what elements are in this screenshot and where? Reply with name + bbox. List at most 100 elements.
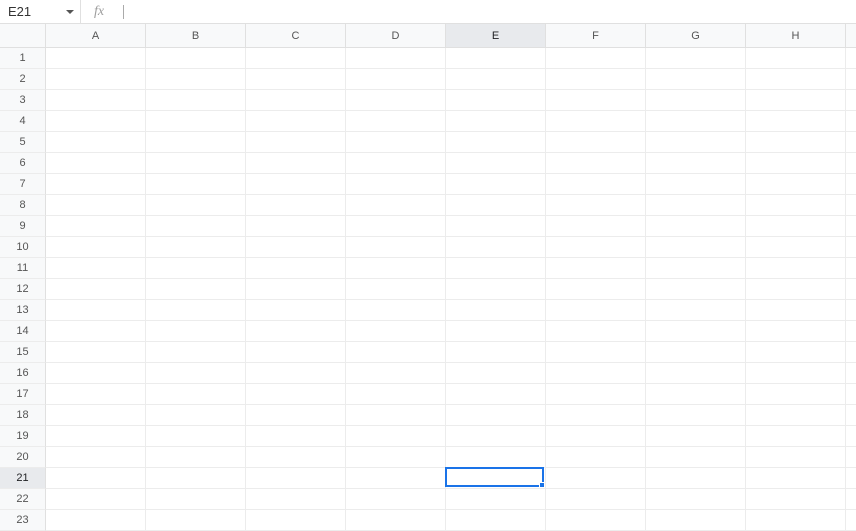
cell-E14[interactable] — [446, 321, 546, 342]
cell-D16[interactable] — [346, 363, 446, 384]
cell-overflow[interactable] — [846, 237, 856, 258]
column-header-F[interactable]: F — [546, 24, 646, 47]
cell-overflow[interactable] — [846, 426, 856, 447]
cell-overflow[interactable] — [846, 384, 856, 405]
cell-D3[interactable] — [346, 90, 446, 111]
cell-C18[interactable] — [246, 405, 346, 426]
cell-H22[interactable] — [746, 489, 846, 510]
cell-G9[interactable] — [646, 216, 746, 237]
cell-B11[interactable] — [146, 258, 246, 279]
cell-A7[interactable] — [46, 174, 146, 195]
cell-A11[interactable] — [46, 258, 146, 279]
cell-B15[interactable] — [146, 342, 246, 363]
cell-G22[interactable] — [646, 489, 746, 510]
cell-H23[interactable] — [746, 510, 846, 531]
cell-E22[interactable] — [446, 489, 546, 510]
cell-C7[interactable] — [246, 174, 346, 195]
cell-overflow[interactable] — [846, 405, 856, 426]
cell-B18[interactable] — [146, 405, 246, 426]
cell-overflow[interactable] — [846, 468, 856, 489]
cell-E4[interactable] — [446, 111, 546, 132]
cell-C13[interactable] — [246, 300, 346, 321]
cell-F15[interactable] — [546, 342, 646, 363]
cell-E1[interactable] — [446, 48, 546, 69]
cell-G19[interactable] — [646, 426, 746, 447]
cell-G15[interactable] — [646, 342, 746, 363]
cell-H3[interactable] — [746, 90, 846, 111]
column-header-D[interactable]: D — [346, 24, 446, 47]
row-header-14[interactable]: 14 — [0, 321, 46, 342]
cell-G12[interactable] — [646, 279, 746, 300]
cell-G6[interactable] — [646, 153, 746, 174]
cell-C20[interactable] — [246, 447, 346, 468]
cell-C8[interactable] — [246, 195, 346, 216]
cell-C2[interactable] — [246, 69, 346, 90]
row-header-20[interactable]: 20 — [0, 447, 46, 468]
column-header-A[interactable]: A — [46, 24, 146, 47]
row-header-19[interactable]: 19 — [0, 426, 46, 447]
row-header-23[interactable]: 23 — [0, 510, 46, 531]
cell-overflow[interactable] — [846, 132, 856, 153]
cell-D9[interactable] — [346, 216, 446, 237]
cell-C21[interactable] — [246, 468, 346, 489]
cell-G1[interactable] — [646, 48, 746, 69]
cell-B16[interactable] — [146, 363, 246, 384]
cell-F7[interactable] — [546, 174, 646, 195]
cell-H13[interactable] — [746, 300, 846, 321]
cell-H10[interactable] — [746, 237, 846, 258]
cell-E18[interactable] — [446, 405, 546, 426]
cell-H7[interactable] — [746, 174, 846, 195]
row-header-3[interactable]: 3 — [0, 90, 46, 111]
cell-D6[interactable] — [346, 153, 446, 174]
cell-G5[interactable] — [646, 132, 746, 153]
cell-G4[interactable] — [646, 111, 746, 132]
cell-G2[interactable] — [646, 69, 746, 90]
column-header-E[interactable]: E — [446, 24, 546, 47]
cell-E8[interactable] — [446, 195, 546, 216]
cell-A23[interactable] — [46, 510, 146, 531]
cell-overflow[interactable] — [846, 489, 856, 510]
select-all-corner[interactable] — [0, 24, 46, 47]
cell-G17[interactable] — [646, 384, 746, 405]
row-header-1[interactable]: 1 — [0, 48, 46, 69]
row-header-7[interactable]: 7 — [0, 174, 46, 195]
cell-A18[interactable] — [46, 405, 146, 426]
cell-overflow[interactable] — [846, 342, 856, 363]
cell-overflow[interactable] — [846, 321, 856, 342]
cell-A16[interactable] — [46, 363, 146, 384]
cell-A6[interactable] — [46, 153, 146, 174]
cell-E20[interactable] — [446, 447, 546, 468]
cell-H21[interactable] — [746, 468, 846, 489]
cell-D2[interactable] — [346, 69, 446, 90]
cell-E12[interactable] — [446, 279, 546, 300]
cell-F2[interactable] — [546, 69, 646, 90]
cell-C4[interactable] — [246, 111, 346, 132]
cell-D7[interactable] — [346, 174, 446, 195]
column-header-C[interactable]: C — [246, 24, 346, 47]
cell-F5[interactable] — [546, 132, 646, 153]
cell-B17[interactable] — [146, 384, 246, 405]
cell-overflow[interactable] — [846, 195, 856, 216]
cell-H12[interactable] — [746, 279, 846, 300]
cell-A10[interactable] — [46, 237, 146, 258]
cell-H2[interactable] — [746, 69, 846, 90]
cell-G7[interactable] — [646, 174, 746, 195]
cell-H4[interactable] — [746, 111, 846, 132]
row-header-12[interactable]: 12 — [0, 279, 46, 300]
cell-E11[interactable] — [446, 258, 546, 279]
cell-F13[interactable] — [546, 300, 646, 321]
cell-A20[interactable] — [46, 447, 146, 468]
cell-B7[interactable] — [146, 174, 246, 195]
column-header-H[interactable]: H — [746, 24, 846, 47]
row-header-21[interactable]: 21 — [0, 468, 46, 489]
cell-D13[interactable] — [346, 300, 446, 321]
cell-H16[interactable] — [746, 363, 846, 384]
column-header-B[interactable]: B — [146, 24, 246, 47]
cell-E23[interactable] — [446, 510, 546, 531]
row-header-18[interactable]: 18 — [0, 405, 46, 426]
cell-E15[interactable] — [446, 342, 546, 363]
cell-H15[interactable] — [746, 342, 846, 363]
name-box[interactable]: E21 — [0, 0, 80, 23]
row-header-2[interactable]: 2 — [0, 69, 46, 90]
cell-A3[interactable] — [46, 90, 146, 111]
